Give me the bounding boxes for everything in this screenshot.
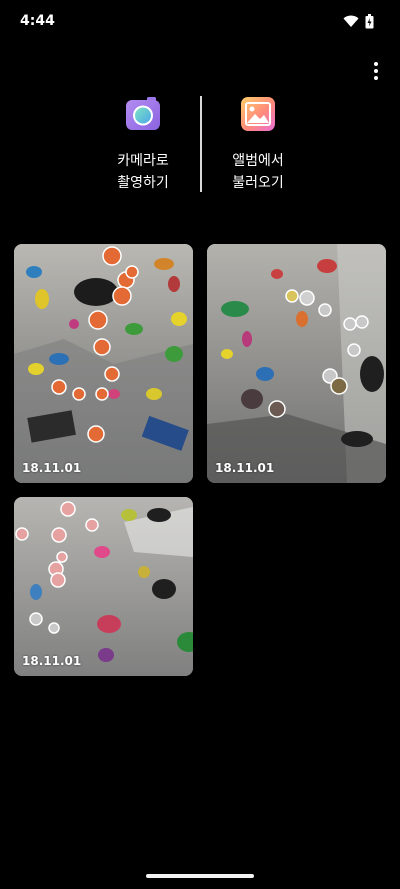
photo-date: 18.11.01	[215, 461, 275, 475]
photo-date: 18.11.01	[22, 654, 82, 668]
wifi-icon	[343, 15, 359, 27]
more-options-button[interactable]	[366, 60, 386, 82]
photo-card[interactable]: 18.11.01	[14, 244, 193, 483]
take-photo-label: 카메라로 촬영하기	[117, 153, 169, 191]
load-from-album-label: 앨범에서 불러오기	[232, 153, 284, 191]
status-time: 4:44	[20, 13, 55, 29]
battery-icon	[365, 14, 374, 29]
actions-divider	[200, 96, 202, 192]
climbing-wall-photo	[14, 497, 193, 676]
take-photo-button[interactable]: 카메라로 촬영하기	[78, 90, 208, 194]
gallery-icon	[241, 97, 275, 131]
photo-card[interactable]: 18.11.01	[207, 244, 386, 483]
photo-card[interactable]: 18.11.01	[14, 497, 193, 676]
camera-icon	[126, 97, 160, 130]
home-indicator[interactable]	[146, 874, 254, 878]
climbing-wall-photo	[207, 244, 386, 483]
more-vert-icon	[374, 62, 378, 66]
photo-date: 18.11.01	[22, 461, 82, 475]
status-icons	[343, 14, 374, 29]
status-bar: 4:44	[0, 0, 400, 42]
climbing-wall-photo	[14, 244, 193, 483]
load-from-album-button[interactable]: 앨범에서 불러오기	[193, 90, 323, 194]
